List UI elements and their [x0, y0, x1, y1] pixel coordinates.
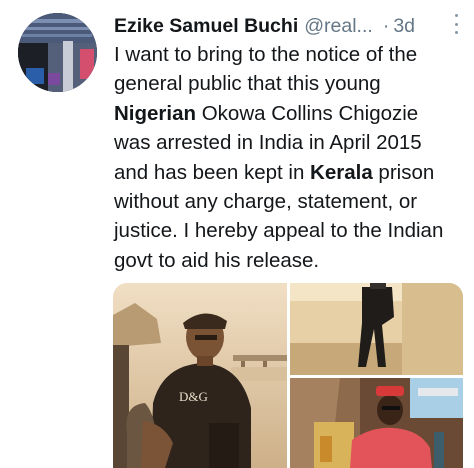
tweet-text-line: and has been kept in Kerala prison	[114, 158, 466, 187]
author-handle[interactable]: @real...	[304, 15, 373, 38]
tweet-text-line: general public that this young	[114, 69, 466, 98]
text-segment: was arrested in India in April 2015	[114, 131, 422, 155]
text-segment: Okowa Collins Chigozie	[196, 101, 419, 125]
tweet-text-line: without any charge, statement, or	[114, 187, 466, 216]
tweet-text-line: I want to bring to the notice of the	[114, 40, 466, 69]
text-segment: without any charge, statement, or	[114, 190, 418, 214]
photo-person-by-wall[interactable]	[290, 283, 463, 375]
text-segment: justice. I hereby appeal to the Indian	[114, 219, 444, 243]
media-grid: D&G	[113, 283, 463, 468]
tweet-text-line: Nigerian Okowa Collins Chigozie	[114, 99, 466, 128]
shirt-logo-text: D&G	[179, 389, 208, 404]
tweet-text: I want to bring to the notice of the gene…	[114, 40, 466, 275]
text-segment: prison	[372, 160, 435, 184]
text-segment: I want to bring to the notice of the	[114, 43, 418, 66]
tweet-text-line: govt to aid his release.	[114, 246, 466, 275]
text-segment: general public that this young	[114, 72, 381, 96]
separator-dot: ·	[382, 14, 390, 37]
text-segment: and has been kept in	[114, 160, 311, 184]
tweet-text-line: justice. I hereby appeal to the Indian	[114, 216, 466, 245]
author-name[interactable]: Ezike Samuel Buchi	[114, 15, 298, 38]
tweet-text-line: was arrested in India in April 2015	[114, 128, 466, 157]
bold-keyword: Nigerian	[114, 101, 197, 125]
tweet-timestamp[interactable]: 3d	[393, 15, 415, 38]
photo-man-in-red-shirt[interactable]	[290, 378, 463, 468]
text-segment: govt to aid his release.	[114, 248, 320, 272]
bold-keyword: Kerala	[310, 160, 373, 184]
photo-man-in-cap[interactable]: D&G	[113, 283, 287, 468]
tweet-header: Ezike Samuel Buchi @real... · 3d	[114, 12, 464, 40]
more-options-icon[interactable]	[451, 14, 461, 34]
author-avatar[interactable]	[18, 13, 97, 92]
